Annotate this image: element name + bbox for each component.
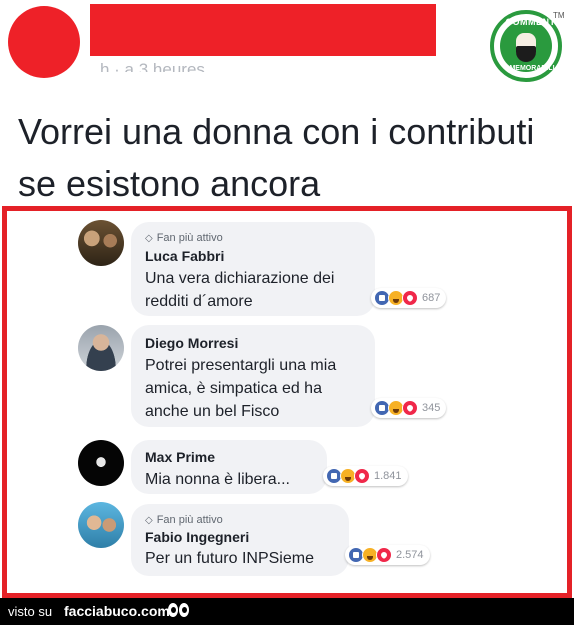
- reaction-count: 2.574: [396, 549, 424, 561]
- commenti-memorabili-logo: COMMENTI MEMORABILI: [490, 10, 562, 82]
- avatar[interactable]: [78, 220, 124, 266]
- love-reaction-icon: [402, 290, 418, 306]
- post-timestamp: h · a 3 heures: [100, 60, 205, 72]
- love-reaction-icon: [402, 400, 418, 416]
- diamond-icon: ◇: [145, 232, 153, 244]
- comment-bubble: Diego Morresi Potrei presentargli una mi…: [131, 325, 375, 427]
- post-body-text: Vorrei una donna con i contributi se esi…: [18, 111, 535, 204]
- eyes-icon: [168, 601, 190, 619]
- commenter-name[interactable]: Max Prime: [145, 447, 215, 467]
- footer-site-link[interactable]: facciabuco.com: [64, 603, 170, 619]
- trademark-mark: TM: [553, 11, 565, 20]
- reaction-summary[interactable]: 2.574: [345, 545, 430, 565]
- reaction-summary[interactable]: 1.841: [323, 466, 408, 486]
- comment-bubble: ◇ Fan più attivo Luca Fabbri Una vera di…: [131, 222, 375, 316]
- comment-text-line: amica, è simpatica ed ha: [145, 380, 322, 397]
- comment-text-line: Potrei presentargli una mia: [145, 357, 337, 374]
- commenter-name[interactable]: Luca Fabbri: [145, 246, 224, 266]
- comment-text: Potrei presentargli una mia amica, è sim…: [145, 354, 336, 423]
- comment-text-line: Mia nonna è libera...: [145, 471, 290, 488]
- comment-text-line: Una vera dichiarazione dei: [145, 270, 335, 287]
- top-fan-badge: ◇ Fan più attivo: [145, 231, 223, 245]
- logo-badge: COMMENTI MEMORABILI: [500, 17, 558, 72]
- badge-label: Fan più attivo: [156, 232, 223, 244]
- avatar[interactable]: [78, 440, 124, 486]
- reaction-count: 1.841: [374, 470, 402, 482]
- comment-bubble: ◇ Fan più attivo Fabio Ingegneri Per un …: [131, 504, 349, 576]
- comment-text-line: anche un bel Fisco: [145, 403, 280, 420]
- commenter-name[interactable]: Diego Morresi: [145, 333, 238, 353]
- comment-text-line: Per un futuro INPSieme: [145, 550, 314, 567]
- watermark-footer: visto su facciabuco.com: [0, 598, 574, 625]
- eye-left-icon: [168, 603, 178, 617]
- comment-bubble: Max Prime Mia nonna è libera...: [131, 440, 327, 494]
- love-reaction-icon: [354, 468, 370, 484]
- avatar[interactable]: [78, 502, 124, 548]
- eye-right-icon: [179, 603, 189, 617]
- avatar[interactable]: [78, 325, 124, 371]
- diamond-icon: ◇: [145, 514, 153, 526]
- comment-text: Una vera dichiarazione dei redditi d´amo…: [145, 267, 334, 313]
- logo-beard-icon: [516, 46, 536, 62]
- footer-visto-label: visto su: [8, 604, 53, 619]
- comment-text: Mia nonna è libera...: [145, 468, 290, 491]
- reaction-count: 345: [422, 402, 441, 414]
- redacted-author-name[interactable]: [90, 4, 436, 56]
- comment-text: Per un futuro INPSieme: [145, 547, 314, 570]
- reaction-summary[interactable]: 345: [371, 398, 447, 418]
- love-reaction-icon: [376, 547, 392, 563]
- redacted-avatar[interactable]: [8, 6, 80, 78]
- commenter-name[interactable]: Fabio Ingegneri: [145, 527, 249, 547]
- reaction-count: 687: [422, 292, 441, 304]
- badge-label: Fan più attivo: [156, 514, 223, 526]
- reaction-summary[interactable]: 687: [371, 288, 447, 308]
- top-fan-badge: ◇ Fan più attivo: [145, 513, 223, 527]
- comment-text-line: redditi d´amore: [145, 293, 253, 310]
- logo-bottom-text: MEMORABILI: [509, 65, 555, 72]
